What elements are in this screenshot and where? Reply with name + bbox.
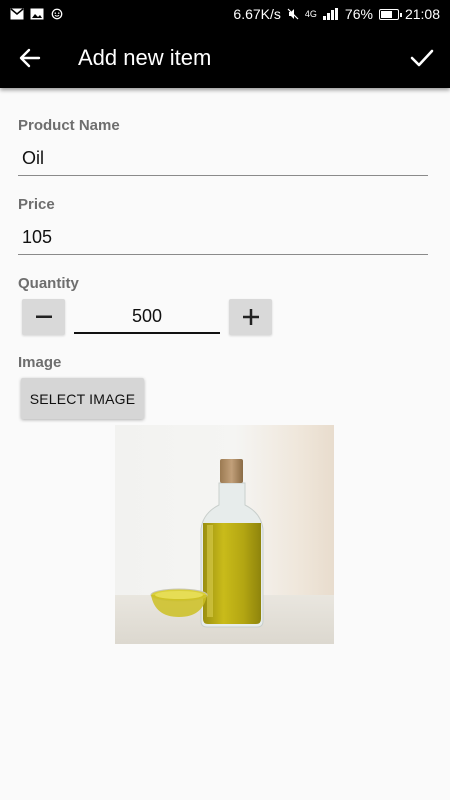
check-icon: [410, 49, 434, 67]
status-bar: 6.67K/s 4G 76% 21:08: [0, 0, 450, 28]
decrement-button[interactable]: [22, 299, 65, 335]
emoji-icon: [51, 8, 63, 20]
product-image: [115, 425, 334, 644]
increment-button[interactable]: [229, 299, 272, 335]
network-type: 4G: [304, 9, 317, 19]
signal-icon: [322, 8, 338, 20]
clock: 21:08: [404, 6, 440, 22]
arrow-back-icon: [19, 48, 41, 68]
network-speed: 6.67K/s: [233, 6, 281, 22]
price-label: Price: [18, 196, 55, 213]
quantity-label: Quantity: [18, 275, 79, 292]
minus-icon: [35, 315, 52, 318]
price-field[interactable]: [18, 221, 428, 255]
product-name-label: Product Name: [18, 117, 120, 134]
gallery-icon: [30, 8, 44, 20]
gmail-icon: [10, 8, 24, 20]
battery-icon: [378, 8, 402, 20]
image-label: Image: [18, 354, 62, 371]
save-button[interactable]: [394, 28, 450, 88]
back-button[interactable]: [0, 28, 60, 88]
mute-icon: [287, 8, 299, 20]
app-bar: Add new item: [0, 28, 450, 88]
oil-bottle-image: [115, 459, 334, 644]
page-title: Add new item: [78, 45, 212, 70]
battery-percent: 76%: [344, 6, 373, 22]
product-name-field[interactable]: [18, 142, 428, 176]
select-image-button[interactable]: SELECT IMAGE: [21, 378, 144, 419]
plus-icon: [242, 309, 259, 325]
quantity-field[interactable]: [74, 300, 220, 334]
